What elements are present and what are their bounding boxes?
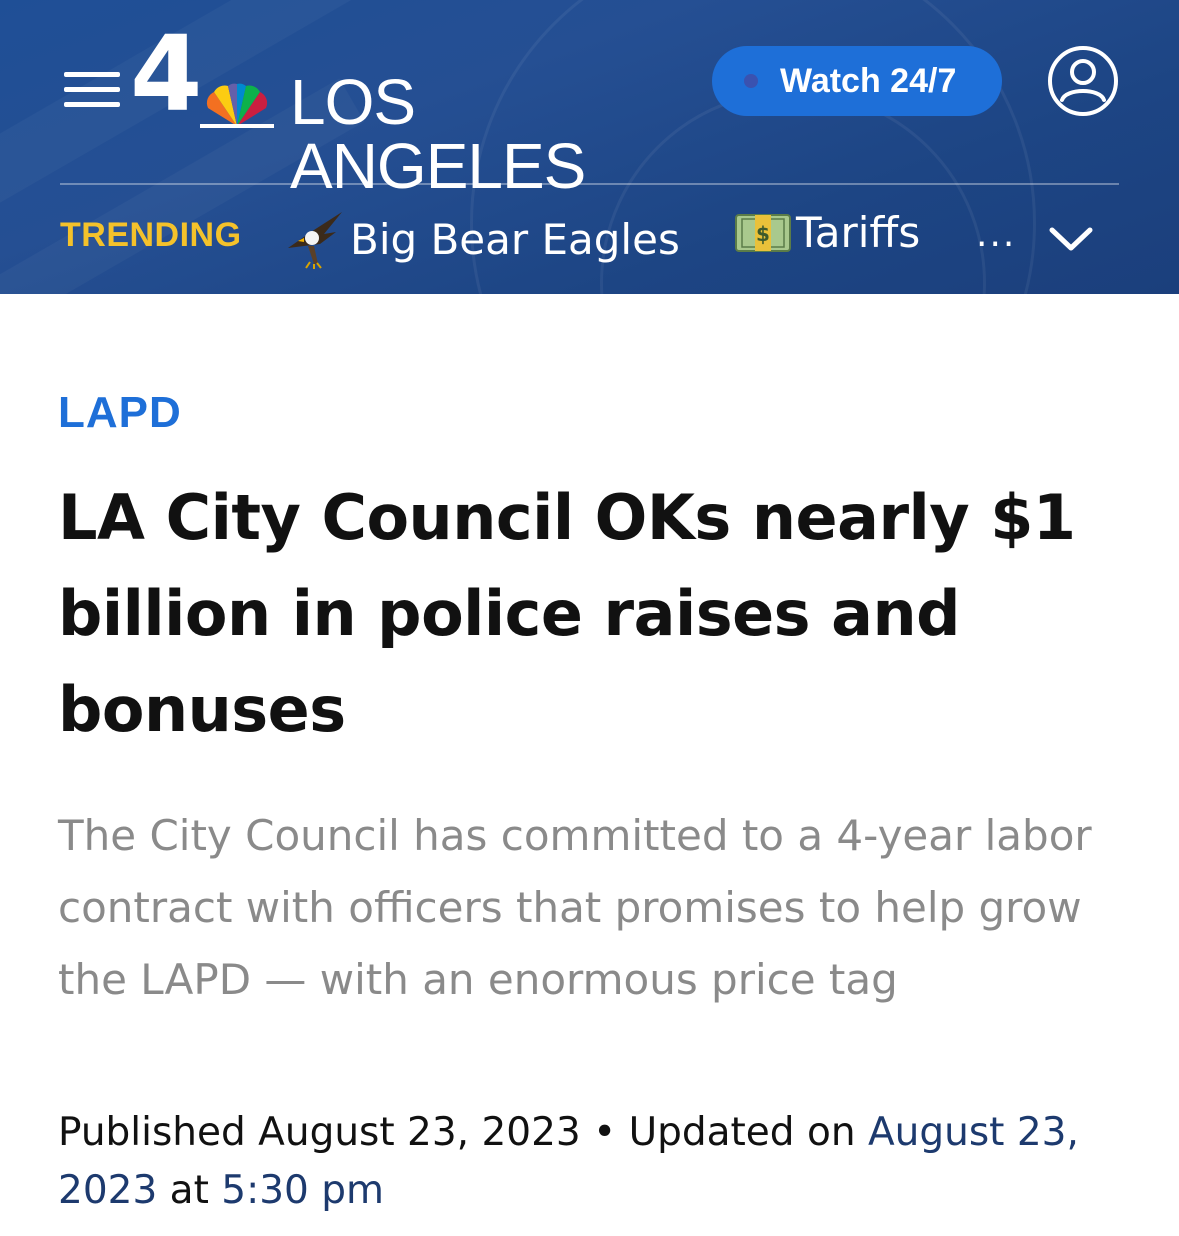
eagle-icon [288, 212, 342, 269]
header-divider [60, 183, 1119, 185]
article-category-link[interactable]: LAPD [58, 388, 182, 438]
money-icon: $ [735, 213, 791, 252]
updated-at-label: at [169, 1168, 209, 1213]
hamburger-menu-icon[interactable] [64, 72, 120, 108]
account-icon[interactable] [1046, 44, 1120, 118]
nbc4-los-angeles-logo[interactable]: 4 LOS ANGELES [130, 22, 710, 198]
trending-item-tariffs[interactable]: $ Tariffs [734, 208, 920, 257]
trending-more-ellipsis: ... [976, 214, 1017, 255]
trending-item-label: Tariffs [796, 208, 921, 257]
watch-live-button[interactable]: Watch 24/7 [712, 46, 1002, 116]
article-headline: LA City Council OKs nearly $1 billion in… [58, 481, 1076, 746]
logo-city: LOS ANGELES [290, 66, 586, 202]
svg-text:$: $ [756, 222, 770, 246]
article-summary: The City Council has committed to a 4-ye… [58, 811, 1092, 1004]
article-dateline: Published August 23, 2023 • Updated on A… [58, 1104, 1138, 1220]
nbc-peacock-icon [200, 83, 274, 128]
dateline-separator: • [593, 1110, 617, 1155]
trending-item-label: Big Bear Eagles [350, 214, 680, 264]
logo-number: 4 [130, 13, 202, 135]
chevron-down-icon[interactable] [1044, 214, 1098, 264]
watch-live-label: Watch 24/7 [780, 61, 957, 100]
updated-time: 5:30 pm [221, 1168, 385, 1213]
trending-item-big-bear-eagles[interactable]: Big Bear Eagles [284, 208, 680, 270]
live-dot-icon [744, 74, 758, 88]
site-header: 4 LOS ANGELES Watch 24/7 TRENDING Big Be… [0, 0, 1179, 294]
trending-bar: TRENDING Big Bear Eagles $ Tariffs ... [0, 196, 1179, 276]
published-label: Published [58, 1110, 246, 1155]
published-date: August 23, 2023 [258, 1110, 581, 1155]
trending-label: TRENDING [60, 216, 242, 254]
updated-label: Updated on [628, 1110, 856, 1155]
